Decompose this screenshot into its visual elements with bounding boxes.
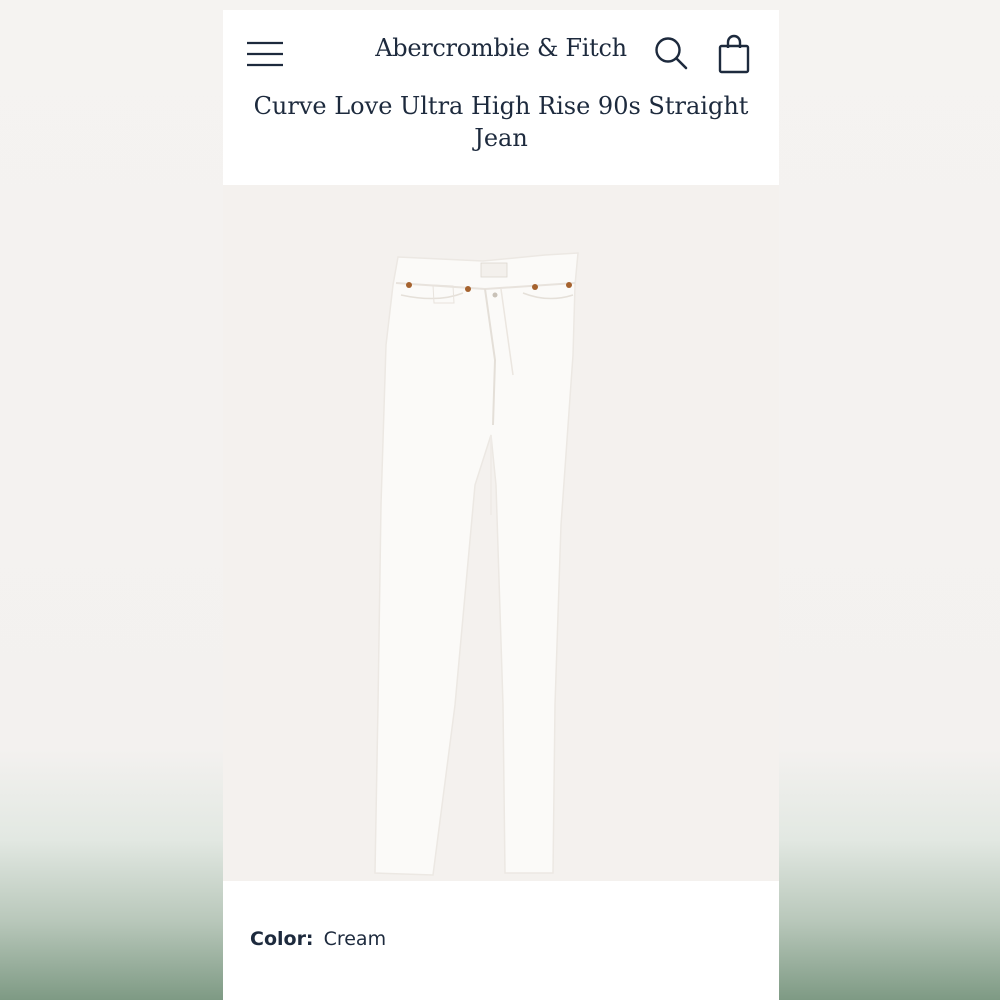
mobile-product-page: Abercrombie & Fitch Curve Love Ultra Hig…: [223, 10, 779, 1000]
shopping-bag-icon[interactable]: [717, 34, 751, 74]
product-title: Curve Love Ultra High Rise 90s Straight …: [253, 92, 749, 152]
background-blur-right: [779, 0, 1000, 1000]
color-label: Color:: [250, 928, 314, 950]
brand-logo[interactable]: Abercrombie & Fitch: [223, 34, 779, 62]
jeans-illustration: [374, 252, 579, 876]
color-value: Cream: [323, 928, 387, 950]
color-selector: Color: Cream: [250, 928, 386, 950]
search-icon[interactable]: [653, 35, 689, 71]
site-header: Abercrombie & Fitch: [223, 10, 779, 94]
background-blur-left: [0, 0, 223, 1000]
product-image[interactable]: [223, 185, 779, 881]
